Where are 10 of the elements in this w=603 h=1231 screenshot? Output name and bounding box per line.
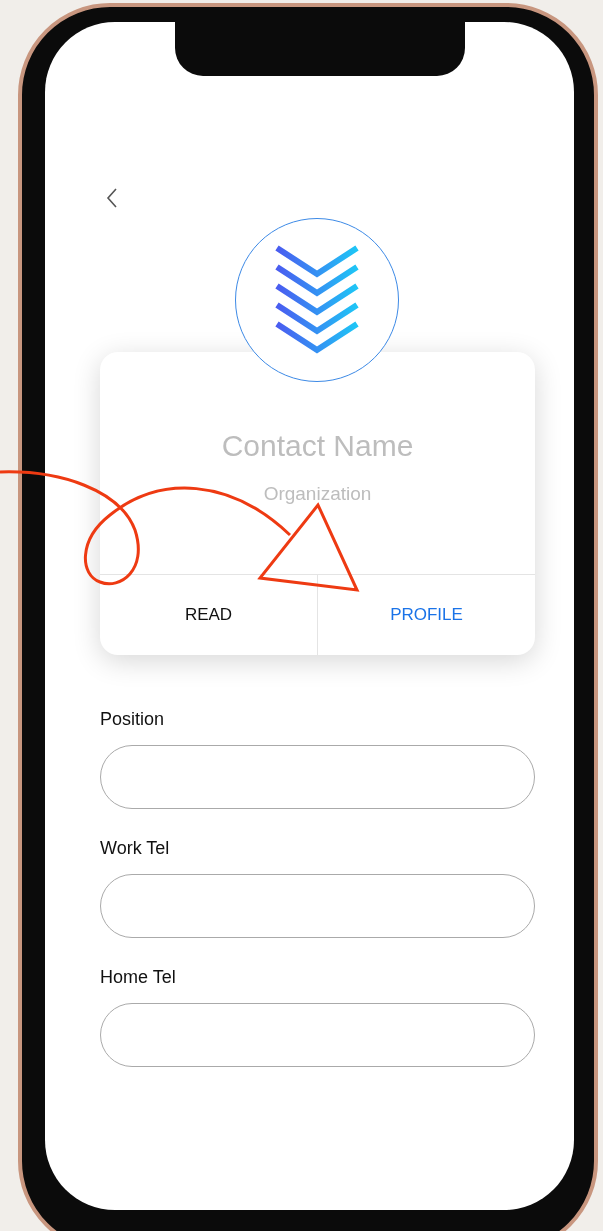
contact-name: Contact Name xyxy=(220,428,415,464)
field-label: Work Tel xyxy=(100,837,171,859)
back-button[interactable] xyxy=(106,188,118,210)
tab[interactable]: READ xyxy=(100,575,317,655)
field-label: Position xyxy=(100,708,166,730)
back-chevron-icon xyxy=(106,188,118,208)
field-label: Home Tel xyxy=(100,966,177,988)
chevrons-logo-icon xyxy=(275,244,359,356)
tab[interactable]: PROFILE xyxy=(317,575,535,655)
organization-name: Organization xyxy=(262,482,373,506)
